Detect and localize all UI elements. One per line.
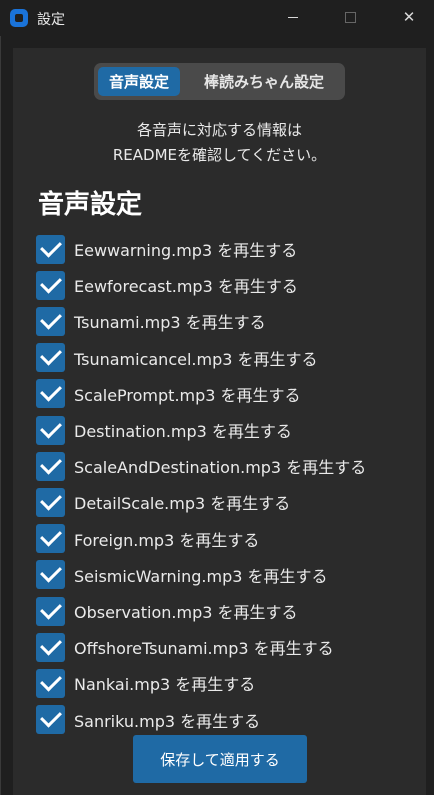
title-bar[interactable]: 設定 ✕ (0, 0, 434, 36)
checkbox-box[interactable] (36, 451, 65, 481)
checkmark-icon (39, 561, 62, 583)
sound-option-checkbox[interactable]: OffshoreTsunami.mp3 を再生する (36, 632, 416, 662)
checkbox-label: DetailScale.mp3 を再生する (74, 494, 291, 514)
save-and-apply-button[interactable]: 保存して適用する (133, 735, 307, 783)
close-glyph: ✕ (402, 8, 416, 26)
sound-option-checkbox[interactable]: Tsunamicancel.mp3 を再生する (36, 343, 416, 373)
checkbox-box[interactable] (36, 524, 65, 554)
checkmark-icon (39, 307, 62, 330)
checkmark-icon (39, 343, 62, 366)
sound-option-checkbox[interactable]: Tsunami.mp3 を再生する (36, 306, 416, 336)
checkbox-box[interactable] (36, 234, 65, 264)
tab-bouyomichan-settings[interactable]: 棒読みちゃん設定 (186, 67, 342, 96)
checkmark-icon (39, 524, 62, 547)
segmented-tab-bar: 音声設定 棒読みちゃん設定 (94, 63, 345, 100)
checkmark-icon (39, 416, 62, 439)
checkbox-label: Destination.mp3 を再生する (74, 422, 292, 441)
checkbox-box[interactable] (36, 668, 65, 698)
checkbox-label: Foreign.mp3 を再生する (74, 530, 260, 550)
checkbox-box[interactable] (36, 343, 65, 373)
info-text: 各音声に対応する情報は READMEを確認してください。 (13, 118, 426, 168)
checkbox-box[interactable] (36, 487, 65, 517)
tab-voice-settings[interactable]: 音声設定 (98, 67, 180, 96)
checkmark-icon (39, 705, 62, 728)
sound-option-checkbox[interactable]: ScaleAndDestination.mp3 を再生する (36, 451, 416, 481)
checkbox-box[interactable] (36, 415, 65, 445)
sound-option-checkbox[interactable]: Observation.mp3 を再生する (36, 596, 416, 626)
checkmark-icon (39, 271, 62, 294)
sound-option-checkbox[interactable]: Foreign.mp3 を再生する (36, 524, 416, 554)
sound-option-checkbox[interactable]: Destination.mp3 を再生する (36, 415, 416, 445)
checkbox-box[interactable] (36, 306, 65, 336)
sound-option-checkbox[interactable]: Eewforecast.mp3 を再生する (36, 270, 416, 300)
checkbox-label: Tsunami.mp3 を再生する (74, 313, 266, 333)
section-title: 音声設定 (38, 190, 143, 220)
checkbox-label: SeismicWarning.mp3 を再生する (74, 566, 328, 586)
checkbox-box[interactable] (36, 596, 65, 626)
sound-option-checkbox[interactable]: SeismicWarning.mp3 を再生する (36, 560, 416, 590)
sound-option-checkbox[interactable]: Eewwarning.mp3 を再生する (36, 234, 416, 264)
maximize-icon[interactable] (327, 0, 373, 34)
checkbox-label: Observation.mp3 を再生する (74, 603, 298, 622)
checkmark-icon (39, 488, 62, 511)
info-line-2: READMEを確認してください。 (112, 146, 327, 164)
checkmark-icon (39, 380, 62, 402)
info-line-1: 各音声に対応する情報は (136, 121, 302, 139)
close-icon[interactable]: ✕ (386, 0, 432, 34)
sound-option-checkbox[interactable]: DetailScale.mp3 を再生する (36, 487, 416, 517)
checkmark-icon (39, 452, 62, 475)
checkbox-label: ScaleAndDestination.mp3 を再生する (74, 458, 367, 478)
checkbox-label: Sanriku.mp3 を再生する (74, 711, 261, 731)
checkbox-box[interactable] (36, 379, 65, 409)
sound-option-checkbox[interactable]: Sanriku.mp3 を再生する (36, 705, 416, 735)
checkmark-icon (39, 633, 62, 656)
window-border (0, 0, 1, 795)
checkbox-label: Eewforecast.mp3 を再生する (74, 277, 298, 297)
checkbox-box[interactable] (36, 560, 65, 590)
checkmark-icon (39, 669, 62, 692)
checkbox-label: OffshoreTsunami.mp3 を再生する (74, 639, 334, 659)
checkmark-icon (39, 235, 62, 258)
checkbox-box[interactable] (36, 705, 65, 735)
settings-window: 設定 ✕ 音声設定 棒読みちゃん設定 各音声に対応する情報は READMEを確認… (0, 0, 434, 795)
checkbox-label: Tsunamicancel.mp3 を再生する (74, 349, 318, 369)
checkbox-label: Eewwarning.mp3 を再生する (74, 241, 298, 260)
checkbox-label: Nankai.mp3 を再生する (74, 675, 256, 695)
window-title: 設定 (37, 12, 65, 28)
checkbox-box[interactable] (36, 632, 65, 662)
settings-panel: 音声設定 棒読みちゃん設定 各音声に対応する情報は READMEを確認してくださ… (13, 48, 426, 795)
app-icon (10, 9, 28, 27)
checkbox-box[interactable] (36, 270, 65, 300)
checkmark-icon (39, 597, 62, 620)
minimize-icon[interactable] (270, 0, 316, 34)
sound-option-checkbox[interactable]: ScalePrompt.mp3 を再生する (36, 379, 416, 409)
sound-option-checkbox[interactable]: Nankai.mp3 を再生する (36, 668, 416, 698)
checkbox-label: ScalePrompt.mp3 を再生する (74, 385, 301, 405)
